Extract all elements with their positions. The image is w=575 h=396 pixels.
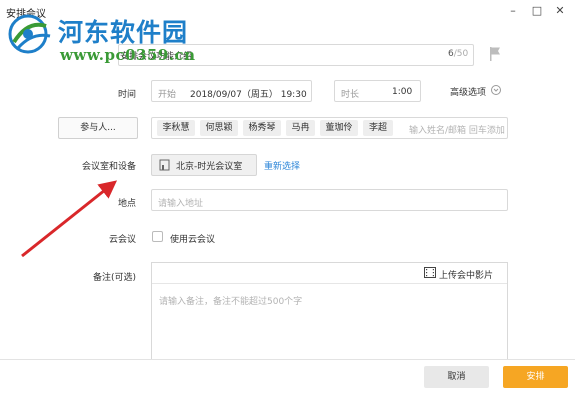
room-label: 会议室和设备 [81, 162, 136, 172]
film-icon[interactable] [424, 267, 436, 278]
participant-chip[interactable]: 李秋慧 [157, 120, 195, 136]
time-label: 时间 [117, 90, 136, 100]
notes-placeholder: 请输入备注，备注不能超过500个字 [159, 297, 303, 307]
schedule-button[interactable]: 安排 [503, 366, 568, 388]
cancel-button[interactable]: 取消 [424, 366, 489, 388]
location-placeholder: 请输入地址 [158, 199, 204, 209]
cloud-checkbox[interactable] [152, 231, 163, 242]
room-value: 北京-时光会议室 [176, 162, 243, 172]
participant-chip[interactable]: 李超 [363, 120, 393, 136]
location-label: 地点 [117, 199, 136, 209]
location-input[interactable] [151, 189, 508, 211]
notes-toolbar-divider [152, 283, 507, 284]
watermark-logo-icon [8, 14, 51, 54]
upload-video-button[interactable]: 上传会中影片 [439, 268, 493, 281]
participants-placeholder: 输入姓名/邮箱 回车添加 [409, 126, 505, 136]
room-icon [159, 159, 170, 171]
maximize-button[interactable]: □ [528, 3, 546, 19]
participant-chip[interactable]: 何思颖 [200, 120, 238, 136]
participant-chip[interactable]: 董珈伶 [320, 120, 358, 136]
cloud-checkbox-label[interactable]: 使用云会议 [170, 232, 215, 245]
chevron-down-icon[interactable] [491, 85, 501, 95]
minimize-button[interactable]: – [504, 3, 522, 19]
start-label: 开始 [158, 90, 177, 100]
cloud-label: 云会议 [108, 235, 136, 245]
start-time-value: 2018/09/07（周五） 19:30 [190, 90, 307, 100]
participants-button[interactable]: 参与人... [58, 117, 138, 139]
notes-label: 备注(可选) [92, 273, 136, 283]
duration-label: 时长 [341, 90, 360, 100]
char-count: 6/50 [448, 49, 469, 59]
close-button[interactable]: ✕ [551, 3, 569, 19]
reselect-link[interactable]: 重新选择 [264, 159, 300, 172]
watermark-name: 河东软件园 [58, 18, 189, 47]
participant-chip[interactable]: 马冉 [286, 120, 315, 136]
watermark-url: www.pc0359.cn [60, 46, 196, 64]
participant-chip[interactable]: 杨秀琴 [243, 120, 281, 136]
duration-value: 1:00 [392, 87, 413, 97]
advanced-options-link[interactable]: 高级选项 [450, 85, 486, 98]
flag-icon[interactable] [488, 46, 502, 62]
